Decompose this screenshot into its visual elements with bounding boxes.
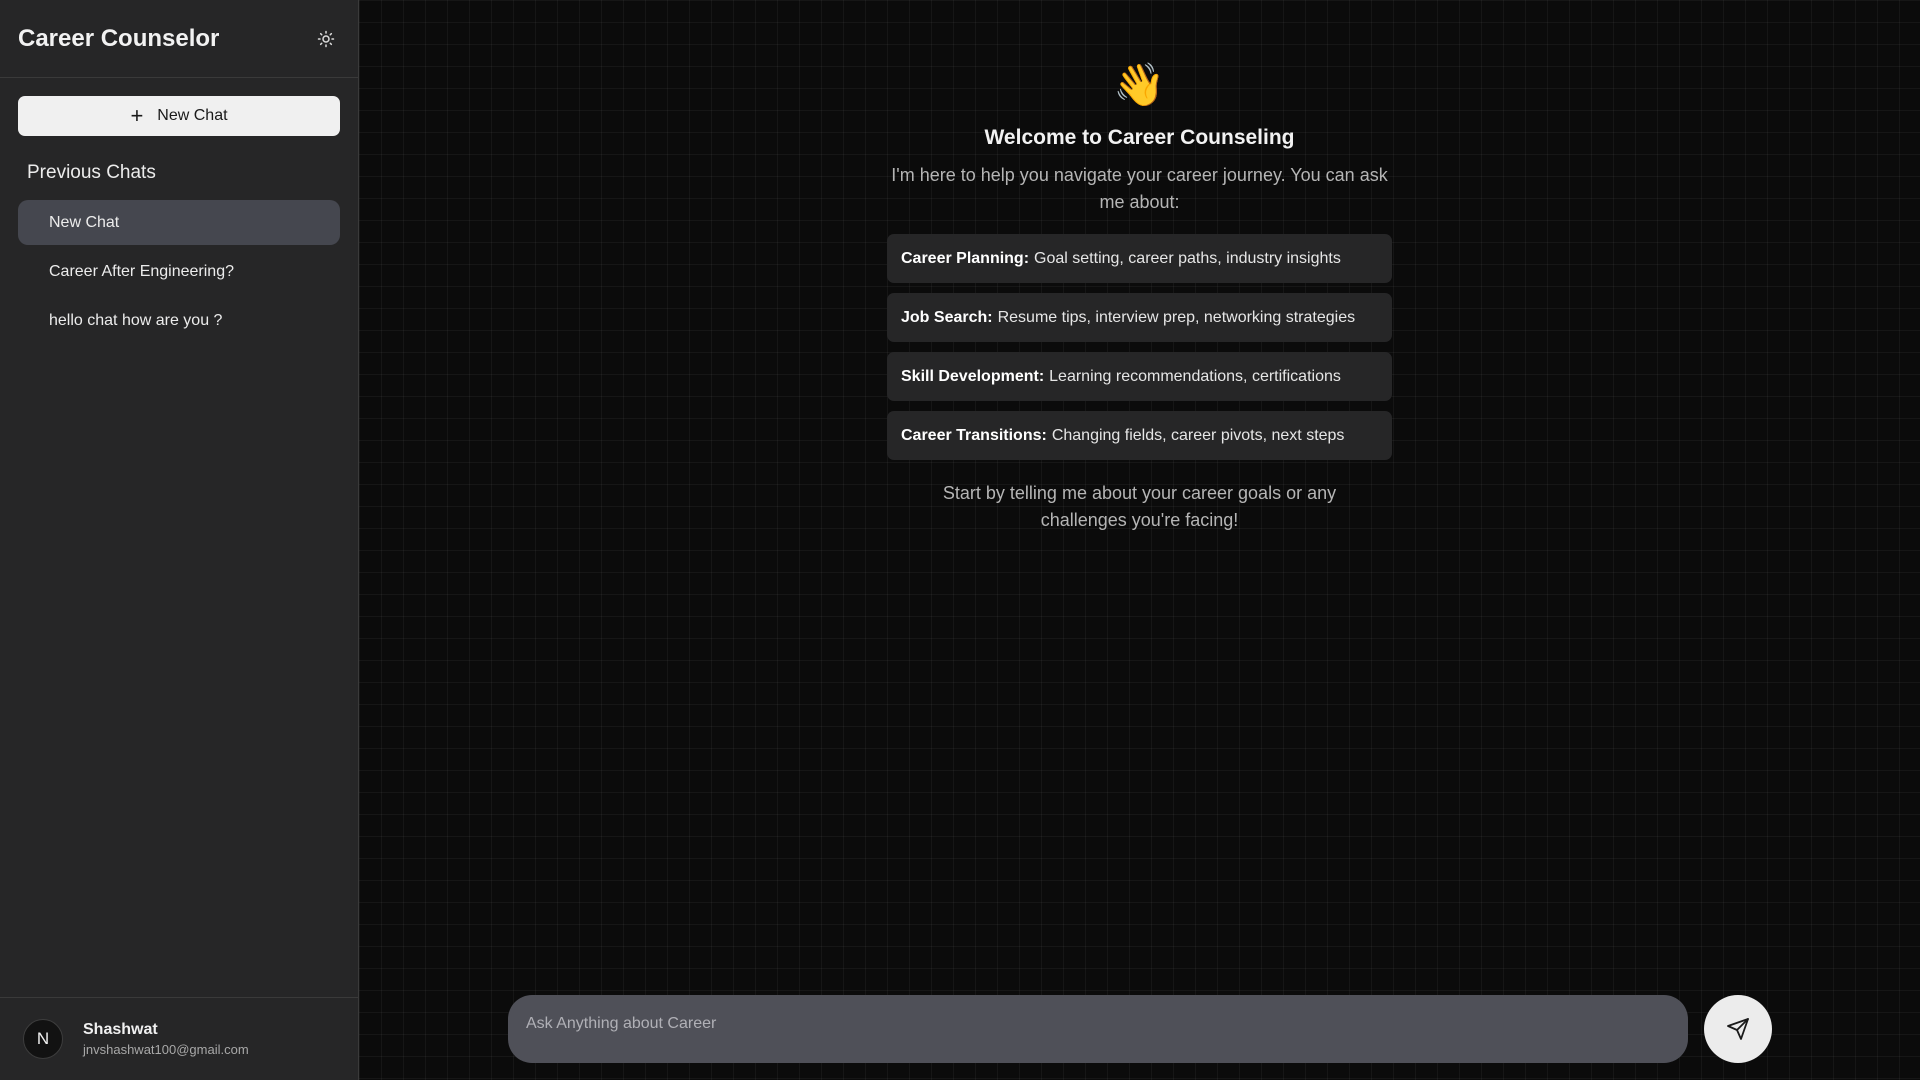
topic-list: Career Planning: Goal setting, career pa… <box>887 234 1392 470</box>
topic-skill-development: Skill Development: Learning recommendati… <box>887 352 1392 401</box>
user-profile[interactable]: N Shashwat jnvshashwat100@gmail.com <box>0 997 358 1080</box>
topic-text: Changing fields, career pivots, next ste… <box>1051 426 1345 444</box>
sidebar: Career Counselor + New Chat Previous Cha… <box>0 0 359 1080</box>
user-name: Shashwat <box>83 1021 158 1038</box>
app: Career Counselor + New Chat Previous Cha… <box>0 0 1920 1080</box>
welcome-title: Welcome to Career Counseling <box>984 126 1295 149</box>
previous-chats-heading: Previous Chats <box>27 162 156 183</box>
message-composer <box>508 995 1688 1063</box>
new-chat-label: New Chat <box>157 107 228 124</box>
topic-heading: Career Planning: <box>901 249 1030 267</box>
chat-list: New Chat Career After Engineering? hello… <box>0 200 358 347</box>
welcome-closing: Start by telling me about your career go… <box>942 483 1337 530</box>
chat-item-hello-chat[interactable]: hello chat how are you ? <box>18 298 340 343</box>
topic-job-search: Job Search: Resume tips, interview prep,… <box>887 293 1392 342</box>
sidebar-header: Career Counselor <box>0 0 358 78</box>
topic-heading: Job Search: <box>901 308 993 326</box>
send-button[interactable] <box>1704 995 1772 1063</box>
avatar: N <box>23 1019 63 1059</box>
welcome-panel: 👋 Welcome to Career Counseling I'm here … <box>359 60 1920 534</box>
chat-item-new-chat[interactable]: New Chat <box>18 200 340 245</box>
send-icon <box>1727 1018 1749 1040</box>
topic-career-transitions: Career Transitions: Changing fields, car… <box>887 411 1392 460</box>
topic-text: Goal setting, career paths, industry ins… <box>1034 249 1341 267</box>
topic-text: Resume tips, interview prep, networking … <box>997 308 1356 326</box>
message-input[interactable] <box>526 1015 1670 1033</box>
welcome-description: I'm here to help you navigate your caree… <box>891 165 1388 212</box>
topic-career-planning: Career Planning: Goal setting, career pa… <box>887 234 1392 283</box>
user-email: jnvshashwat100@gmail.com <box>83 1042 249 1057</box>
plus-icon: + <box>130 103 144 128</box>
chat-item-career-after-engineering[interactable]: Career After Engineering? <box>18 249 340 294</box>
app-title: Career Counselor <box>18 24 220 52</box>
sun-icon[interactable] <box>312 25 340 53</box>
new-chat-button[interactable]: + New Chat <box>18 96 340 136</box>
chat-area: 👋 Welcome to Career Counseling I'm here … <box>359 0 1920 1080</box>
topic-heading: Career Transitions: <box>901 426 1047 444</box>
waving-hand-icon: 👋 <box>1113 61 1166 108</box>
user-info: Shashwat jnvshashwat100@gmail.com <box>83 1021 249 1057</box>
topic-text: Learning recommendations, certifications <box>1049 367 1341 385</box>
topic-heading: Skill Development: <box>901 367 1045 385</box>
